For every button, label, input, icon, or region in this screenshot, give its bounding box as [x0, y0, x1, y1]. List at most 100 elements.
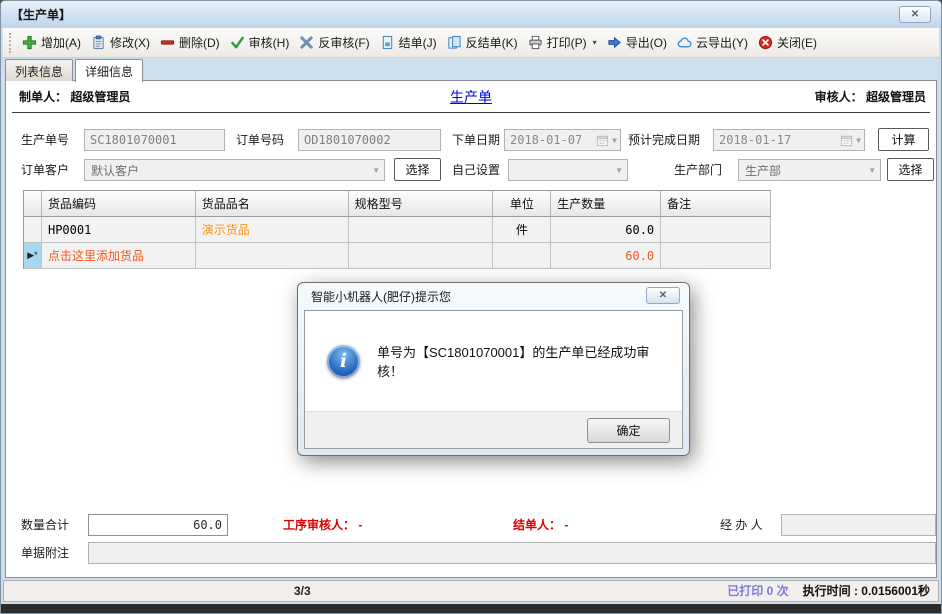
print-label: 打印(P): [547, 34, 587, 51]
document-title: 生产单: [6, 85, 936, 109]
doc-note-label: 单据附注: [21, 542, 69, 564]
cloud-export-label: 云导出(Y): [696, 34, 748, 51]
close-circle-icon: [758, 35, 773, 50]
ok-button[interactable]: 确定: [587, 418, 670, 443]
printer-icon: [528, 35, 543, 50]
cloud-icon: [677, 35, 692, 50]
table-row: HP0001 演示货品 件 60.0: [24, 217, 771, 243]
edit-icon: [91, 35, 106, 50]
edit-button[interactable]: 修改(X): [86, 31, 155, 54]
column-header-spec[interactable]: 规格型号: [349, 191, 494, 217]
doc-note-field[interactable]: [88, 542, 936, 564]
window-title: 【生产单】: [11, 6, 71, 23]
order-no-label: 订单号码: [236, 129, 284, 151]
finish-date-value: 2018-01-17: [719, 133, 840, 147]
chevron-down-icon: ▼: [856, 136, 861, 145]
department-combobox[interactable]: 生产部 ▼: [738, 159, 881, 181]
cell-code[interactable]: HP0001: [42, 217, 196, 243]
add-button[interactable]: 增加(A): [17, 31, 86, 54]
total-qty-field[interactable]: 60.0: [88, 514, 228, 536]
settle-button[interactable]: 结单(J): [375, 31, 442, 54]
custom-set-combobox[interactable]: ▼: [508, 159, 628, 181]
execution-time: 执行时间 : 0.0156001秒: [803, 581, 930, 601]
export-label: 导出(O): [626, 34, 667, 51]
new-row-selector[interactable]: ▶*: [24, 243, 42, 269]
column-header-name[interactable]: 货品品名: [196, 191, 349, 217]
chevron-down-icon: ▼: [372, 166, 380, 175]
unaudit-x-icon: [299, 35, 314, 50]
dialog-body: i 单号为【SC1801070001】的生产单已经成功审核！ 确定: [304, 310, 683, 449]
column-header-note[interactable]: 备注: [661, 191, 771, 217]
row-selector[interactable]: [24, 217, 42, 243]
cell-unit[interactable]: [493, 243, 551, 269]
audit-button[interactable]: 审核(H): [225, 31, 295, 54]
delete-label: 删除(D): [179, 34, 220, 51]
unaudit-button[interactable]: 反审核(F): [294, 31, 374, 54]
department-select-button[interactable]: 选择: [887, 158, 934, 181]
unsettle-button[interactable]: 反结单(K): [442, 31, 523, 54]
cell-spec[interactable]: [349, 217, 494, 243]
production-order-window: 【生产单】 ✕ 增加(A) 修改(X) 删除(D) 审核(H) 反审核(F): [0, 0, 942, 614]
settler-text: 结单人： -: [513, 514, 568, 536]
close-window-button[interactable]: 关闭(E): [753, 31, 822, 54]
settle-doc-icon: [380, 35, 395, 50]
column-header-code[interactable]: 货品编码: [42, 191, 196, 217]
production-no-field[interactable]: SC1801070001: [84, 129, 225, 151]
department-value: 生产部: [745, 162, 865, 179]
finish-date-label: 预计完成日期: [628, 129, 700, 151]
record-position: 3/3: [294, 581, 311, 601]
custom-set-label: 自己设置: [452, 159, 500, 181]
cell-note[interactable]: [661, 243, 771, 269]
info-icon: i: [327, 345, 360, 378]
cell-qty-total[interactable]: 60.0: [551, 243, 661, 269]
grid-header-row: 货品编码 货品品名 规格型号 单位 生产数量 备注: [24, 191, 771, 217]
status-bar: 3/3 已打印 0 次 执行时间 : 0.0156001秒: [3, 580, 939, 602]
dialog-close-button[interactable]: ✕: [646, 287, 680, 304]
cell-note[interactable]: [661, 217, 771, 243]
order-date-picker[interactable]: 2018-01-07 ▼: [504, 129, 621, 151]
grid-corner-cell: [24, 191, 42, 217]
cell-name[interactable]: 演示货品: [196, 217, 349, 243]
tab-detail-info[interactable]: 详细信息: [75, 59, 143, 82]
process-auditor-text: 工序审核人： -: [283, 514, 362, 536]
customer-select-button[interactable]: 选择: [394, 158, 441, 181]
add-item-cell[interactable]: 点击这里添加货品: [42, 243, 196, 269]
finish-date-picker[interactable]: 2018-01-17 ▼: [713, 129, 865, 151]
cell-spec[interactable]: [349, 243, 494, 269]
toolbar-grip: [9, 33, 12, 53]
unsettle-label: 反结单(K): [466, 34, 518, 51]
cell-unit[interactable]: 件: [493, 217, 551, 243]
close-icon: ✕: [911, 9, 919, 20]
window-bottom-edge: [1, 604, 941, 614]
export-arrow-icon: [607, 35, 622, 50]
order-no-value: OD1801070002: [304, 133, 391, 147]
audit-check-icon: [230, 35, 245, 50]
order-no-field[interactable]: OD1801070002: [298, 129, 441, 151]
settle-label: 结单(J): [399, 34, 437, 51]
delete-icon: [160, 35, 175, 50]
print-dropdown-caret-icon[interactable]: ▾: [593, 38, 597, 47]
close-icon: ✕: [659, 290, 667, 301]
cell-name[interactable]: [196, 243, 349, 269]
production-no-value: SC1801070001: [90, 133, 177, 147]
delete-button[interactable]: 删除(D): [155, 31, 225, 54]
column-header-qty[interactable]: 生产数量: [551, 191, 661, 217]
production-no-label: 生产单号: [21, 129, 69, 151]
calculate-button[interactable]: 计算: [878, 128, 929, 151]
customer-combobox[interactable]: 默认客户 ▼: [84, 159, 385, 181]
customer-label: 订单客户: [21, 159, 69, 181]
column-header-unit[interactable]: 单位: [493, 191, 551, 217]
handler-field[interactable]: [781, 514, 936, 536]
cell-qty[interactable]: 60.0: [551, 217, 661, 243]
calendar-icon: [840, 134, 853, 147]
cloud-export-button[interactable]: 云导出(Y): [672, 31, 753, 54]
tab-list-info[interactable]: 列表信息: [5, 59, 73, 81]
export-button[interactable]: 导出(O): [602, 31, 672, 54]
handler-label: 经 办 人: [720, 514, 763, 536]
audit-label: 审核(H): [249, 34, 290, 51]
print-button[interactable]: 打印(P) ▾: [523, 31, 602, 54]
printed-count: 已打印 0 次: [727, 581, 788, 601]
window-close-button[interactable]: ✕: [899, 6, 931, 23]
dialog-title: 智能小机器人(肥仔)提示您: [311, 288, 451, 305]
close-window-label: 关闭(E): [777, 34, 817, 51]
